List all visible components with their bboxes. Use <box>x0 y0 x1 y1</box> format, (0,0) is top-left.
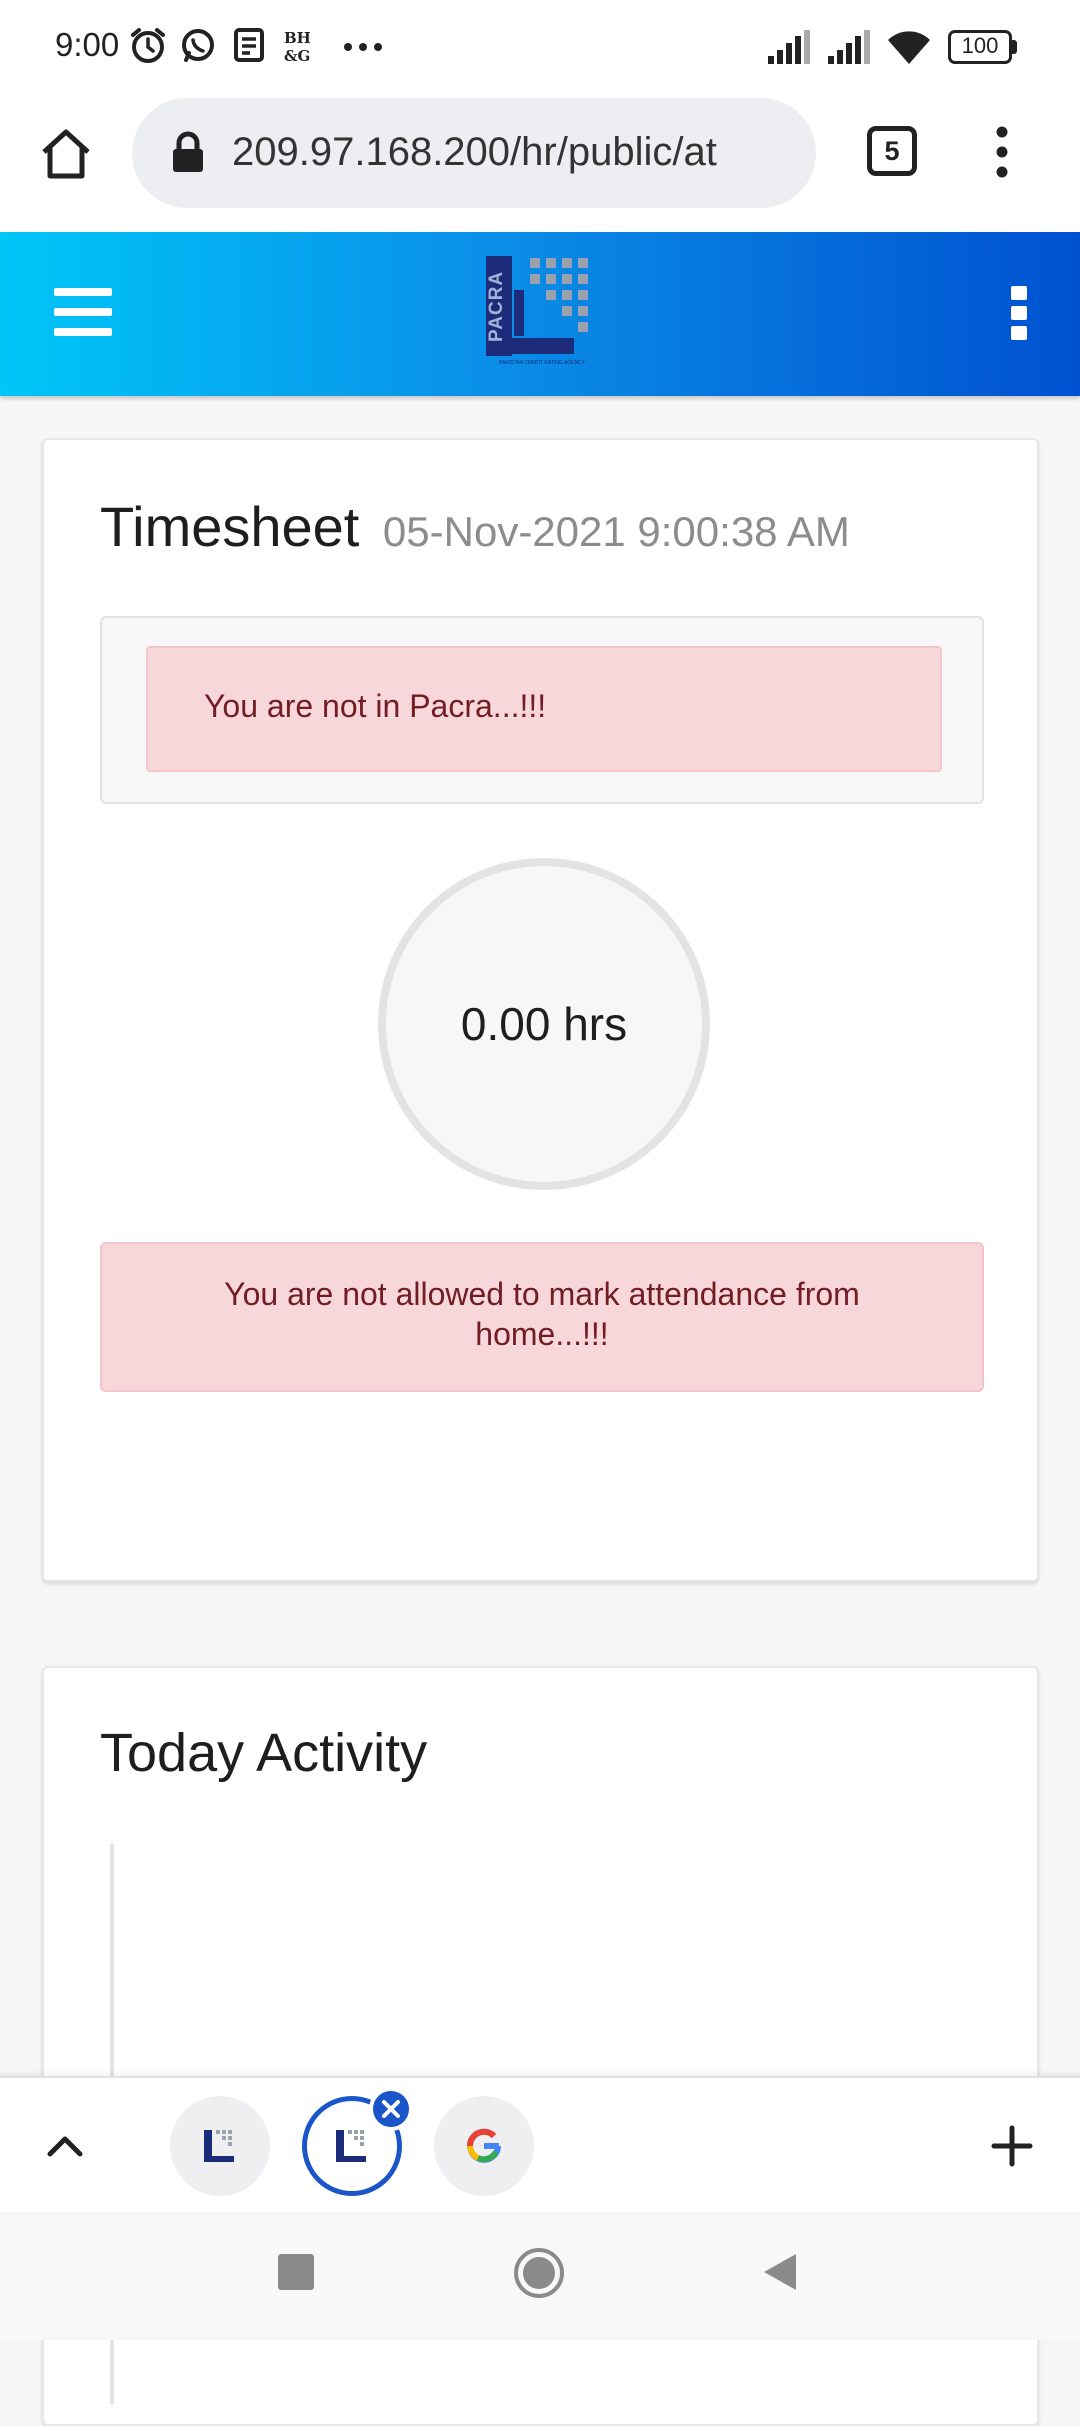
whatsapp-icon <box>182 29 214 62</box>
close-tab-button[interactable] <box>369 2087 413 2131</box>
lock-icon <box>173 131 203 172</box>
battery-level: 100 <box>961 33 999 58</box>
timesheet-card: Timesheet 05-Nov-2021 9:00:38 AM You are… <box>42 438 1039 1582</box>
bhg-icon: BH &G <box>284 29 311 65</box>
svg-text:&G: &G <box>284 47 310 65</box>
location-alert-panel: You are not in Pacra...!!! <box>100 616 984 804</box>
system-nav-bar <box>0 2212 1080 2340</box>
location-alert: You are not in Pacra...!!! <box>146 646 942 772</box>
wifi-icon <box>888 31 930 64</box>
hours-value: 0.00 hrs <box>460 998 628 1050</box>
battery-icon: 100 <box>948 30 1018 64</box>
logo-text: PACRA <box>486 270 507 342</box>
pacra-favicon <box>336 2130 366 2162</box>
signal-icon-1 <box>768 30 810 64</box>
hours-counter: 0.00 hrs <box>378 858 710 1190</box>
pacra-favicon <box>204 2130 234 2162</box>
home-nav-icon[interactable] <box>512 2246 566 2300</box>
app-menu-icon[interactable] <box>1008 282 1030 344</box>
signal-icon-2 <box>828 30 870 64</box>
tab-google[interactable] <box>434 2096 534 2196</box>
location-alert-text: You are not in Pacra...!!! <box>204 688 547 724</box>
url-field[interactable]: 209.97.168.200/hr/public/at <box>132 98 816 208</box>
hamburger-menu-icon[interactable] <box>54 286 114 338</box>
app-header: PACRA PAKISTAN CREDIT RATING AGENCY <box>0 232 1080 396</box>
tab-switcher-button[interactable]: 5 <box>867 126 917 176</box>
tab-strip <box>0 2076 1080 2212</box>
status-bar: 9:00 BH &G 100 <box>0 0 1080 96</box>
news-icon <box>234 28 264 62</box>
tab-pacra-active[interactable] <box>302 2087 413 2196</box>
today-activity-title: Today Activity <box>100 1723 428 1783</box>
svg-text:BH: BH <box>284 29 311 47</box>
home-attendance-alert: You are not allowed to mark attendance f… <box>100 1242 984 1392</box>
chevron-up-icon[interactable] <box>44 2128 86 2162</box>
close-icon <box>382 2100 400 2118</box>
timesheet-title: Timesheet <box>100 495 360 558</box>
new-tab-plus-icon[interactable] <box>990 2124 1034 2168</box>
home-attendance-alert-text: You are not allowed to mark attendance f… <box>224 1276 860 1352</box>
status-time: 9:00 <box>55 26 120 63</box>
tab-pacra-1[interactable] <box>170 2096 270 2196</box>
timesheet-heading: Timesheet 05-Nov-2021 9:00:38 AM <box>100 494 850 559</box>
home-icon[interactable] <box>38 126 94 182</box>
pacra-logo: PACRA PAKISTAN CREDIT RATING AGENCY <box>484 254 600 372</box>
google-icon <box>466 2128 501 2163</box>
logo-subtext: PAKISTAN CREDIT RATING AGENCY <box>498 360 586 366</box>
url-text: 209.97.168.200/hr/public/at <box>232 130 717 174</box>
recents-button[interactable] <box>278 2254 314 2290</box>
more-dots-icon <box>344 43 382 51</box>
alarm-icon <box>131 28 165 63</box>
browser-toolbar: 209.97.168.200/hr/public/at 5 <box>0 96 1080 232</box>
browser-menu-icon[interactable] <box>984 124 1020 180</box>
timesheet-datetime: 05-Nov-2021 9:00:38 AM <box>382 508 850 555</box>
back-nav-icon[interactable] <box>760 2250 800 2294</box>
